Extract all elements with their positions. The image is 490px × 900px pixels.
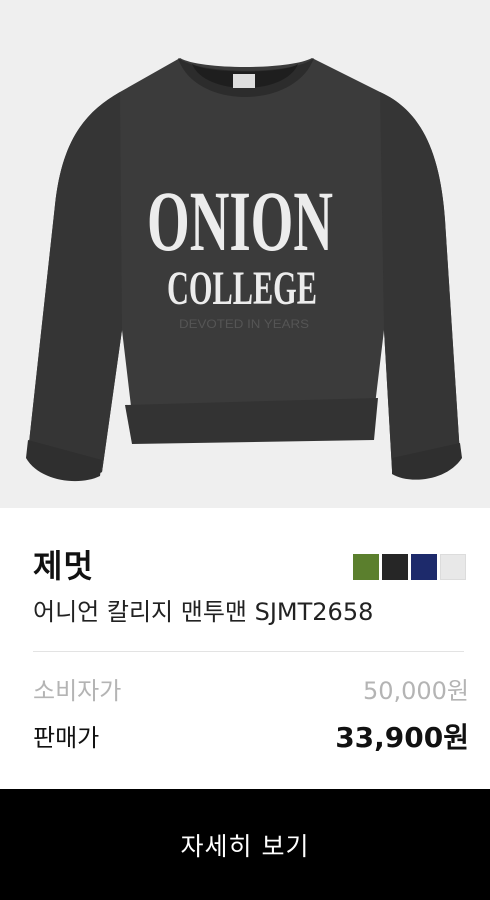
retail-price-value: 50,000원: [362, 677, 469, 705]
print-line1: ONION: [147, 173, 333, 269]
color-swatches: [353, 554, 466, 580]
color-swatch-light-gray[interactable]: [440, 554, 466, 580]
sale-price-label: 판매가: [33, 724, 100, 752]
color-swatch-charcoal[interactable]: [382, 554, 408, 580]
retail-price-row: 소비자가 50,000원: [33, 673, 469, 709]
product-card[interactable]: ONION COLLEGE DEVOTED IN YEARS 제멋 어니언 칼리…: [0, 0, 490, 900]
retail-price-label: 소비자가: [33, 677, 122, 705]
print-line3: DEVOTED IN YEARS: [179, 317, 309, 331]
view-details-button[interactable]: 자세히 보기: [0, 789, 490, 900]
product-image[interactable]: ONION COLLEGE DEVOTED IN YEARS: [0, 0, 490, 508]
sale-price-row: 판매가 33,900원: [33, 720, 469, 756]
divider: [33, 651, 464, 652]
color-swatch-green[interactable]: [353, 554, 379, 580]
sweatshirt-illustration: ONION COLLEGE DEVOTED IN YEARS: [26, 58, 462, 482]
brand-row: 제멋: [33, 546, 466, 586]
print-line2: COLLEGE: [167, 262, 317, 315]
color-swatch-navy[interactable]: [411, 554, 437, 580]
product-name[interactable]: 어니언 칼리지 맨투맨 SJMT2658: [33, 596, 373, 628]
sale-price-value: 33,900원: [335, 721, 469, 754]
brand-name[interactable]: 제멋: [33, 546, 94, 586]
